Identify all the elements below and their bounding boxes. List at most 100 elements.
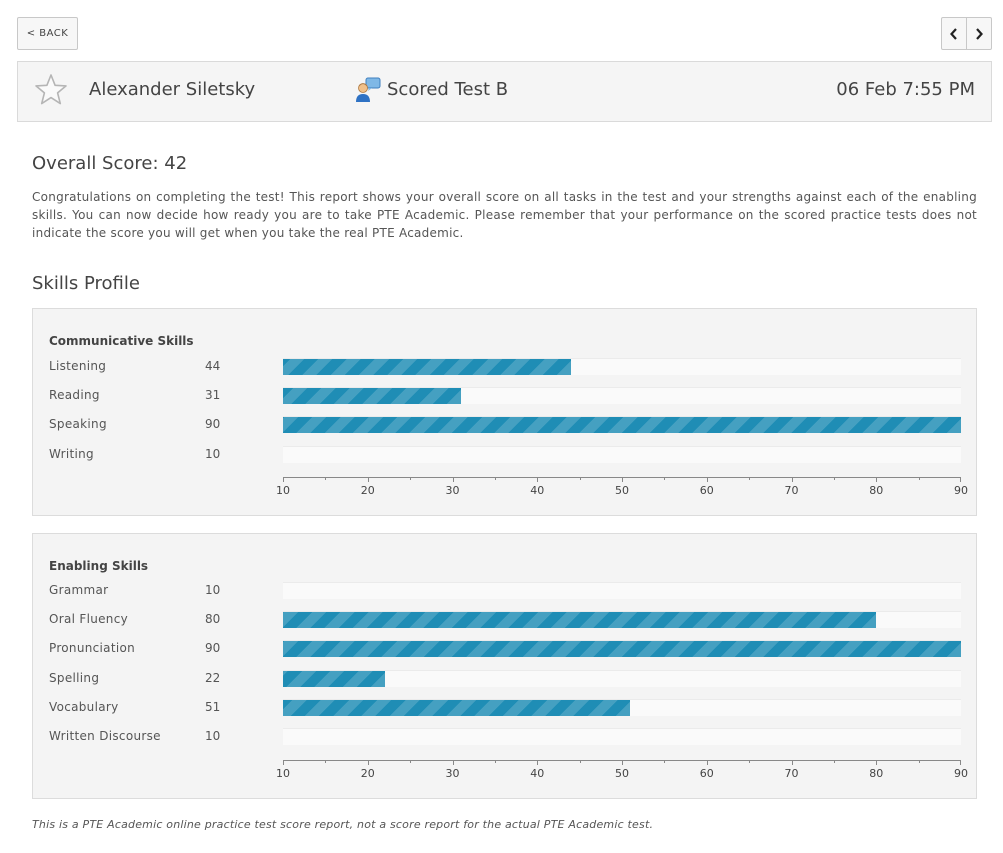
test-header: Alexander Siletsky Scored Test B 06 Feb … (17, 61, 992, 122)
axis-minor-tick (325, 760, 327, 763)
axis-tick-label: 90 (954, 767, 968, 780)
axis-tick-label: 80 (869, 484, 884, 497)
axis-minor-tick (749, 760, 751, 763)
next-button[interactable] (966, 18, 991, 49)
skill-score: 90 (205, 641, 221, 656)
axis-minor-tick (494, 760, 496, 763)
skill-label: Reading (49, 388, 100, 403)
score-bar-track (283, 445, 961, 463)
axis-tick (622, 760, 623, 765)
test-name: Scored Test B (387, 79, 509, 100)
axis-tick-label: 40 (530, 484, 545, 497)
axis-tick-label: 60 (699, 484, 714, 497)
score-bar-track (283, 416, 961, 434)
axis-minor-tick (833, 760, 835, 763)
axis-minor-tick (579, 760, 581, 763)
previous-button[interactable] (942, 18, 966, 49)
score-bar (283, 670, 385, 687)
skill-label: Oral Fluency (49, 612, 129, 627)
axis-tick (706, 760, 708, 765)
axis-tick (283, 760, 284, 765)
star-icon[interactable] (33, 72, 69, 108)
chevron-left-icon (950, 27, 957, 40)
axis-tick-label: 50 (615, 767, 629, 780)
pager (941, 17, 992, 50)
score-bar-track (283, 669, 961, 687)
score-bar (283, 641, 961, 658)
skill-score: 80 (205, 612, 221, 627)
axis-tick-label: 80 (869, 767, 884, 780)
score-bar (283, 359, 572, 375)
user-name: Alexander Siletsky (89, 79, 256, 100)
axis-minor-tick (494, 477, 496, 480)
report-description: Congratulations on completing the test! … (32, 190, 977, 240)
axis-tick (791, 477, 793, 482)
skill-label: Writing (49, 446, 94, 461)
axis-tick (367, 477, 369, 482)
score-axis: 10 20 30 40 50 60 70 80 90 (276, 477, 968, 499)
score-bar (283, 388, 461, 405)
skill-score: 90 (205, 417, 221, 432)
axis-tick (452, 760, 454, 765)
skill-row: Spelling 22 (33, 669, 976, 689)
skill-row: Writing 10 (33, 445, 976, 465)
skill-score: 10 (205, 446, 221, 461)
skill-label: Vocabulary (49, 699, 119, 714)
axis-tick-label: 90 (954, 484, 968, 497)
skill-label: Listening (49, 359, 107, 373)
test-date: 06 Feb 7:55 PM (836, 79, 975, 100)
skill-row: Speaking 90 (33, 415, 976, 435)
back-button[interactable]: < BACK (17, 17, 78, 50)
axis-minor-tick (579, 477, 581, 480)
panel-title: Enabling Skills (49, 559, 149, 573)
score-axis: 10 20 30 40 50 60 70 80 90 (276, 760, 968, 782)
skill-row: Grammar 10 (33, 581, 976, 601)
score-bar (283, 417, 961, 434)
axis-tick (452, 477, 454, 482)
score-bar-track (283, 611, 961, 629)
score-bar (283, 612, 877, 629)
communicative-skills-panel: Communicative Skills Listening 44 Reading 3… (32, 308, 977, 516)
axis-tick-label: 60 (699, 767, 714, 780)
axis-minor-tick (918, 477, 920, 480)
panel-title: Communicative Skills (49, 334, 194, 348)
skill-label: Written Discourse (49, 729, 161, 743)
score-bar-track (283, 698, 961, 716)
skill-label: Grammar (49, 583, 109, 597)
skill-score: 31 (205, 388, 221, 403)
axis-tick (622, 477, 623, 482)
axis-minor-tick (918, 760, 920, 763)
score-bar-track (283, 358, 961, 375)
axis-tick-label: 10 (276, 484, 290, 497)
skill-score: 44 (205, 359, 221, 373)
score-bar-track (283, 640, 961, 658)
axis-minor-tick (325, 477, 327, 480)
axis-minor-tick (664, 477, 666, 480)
axis-tick (960, 477, 961, 482)
axis-tick (537, 760, 539, 765)
score-bar-track (283, 387, 961, 405)
axis-tick-label: 30 (445, 767, 460, 780)
axis-tick-label: 70 (784, 484, 799, 497)
axis-tick (283, 477, 284, 482)
axis-tick-label: 10 (276, 767, 290, 780)
skill-row: Pronunciation 90 (33, 639, 976, 659)
axis-tick (876, 760, 878, 765)
skill-row: Listening 44 (33, 357, 976, 377)
axis-tick (876, 477, 878, 482)
skill-score: 51 (205, 699, 221, 714)
axis-tick-label: 50 (615, 484, 629, 497)
user-chat-icon (356, 77, 381, 102)
axis-tick (706, 477, 708, 482)
enabling-skills-panel: Enabling Skills Grammar 10 Oral Fluency 80 P… (32, 533, 977, 799)
axis-tick (367, 760, 369, 765)
overall-score-title: Overall Score: 42 (32, 153, 188, 174)
axis-tick (791, 760, 793, 765)
axis-minor-tick (833, 477, 835, 480)
skill-score: 10 (205, 583, 221, 597)
skill-row: Reading 31 (33, 386, 976, 406)
axis-tick (537, 477, 539, 482)
axis-tick-label: 30 (445, 484, 460, 497)
skill-row: Written Discourse 10 (33, 727, 976, 747)
skills-profile-title: Skills Profile (32, 273, 140, 294)
